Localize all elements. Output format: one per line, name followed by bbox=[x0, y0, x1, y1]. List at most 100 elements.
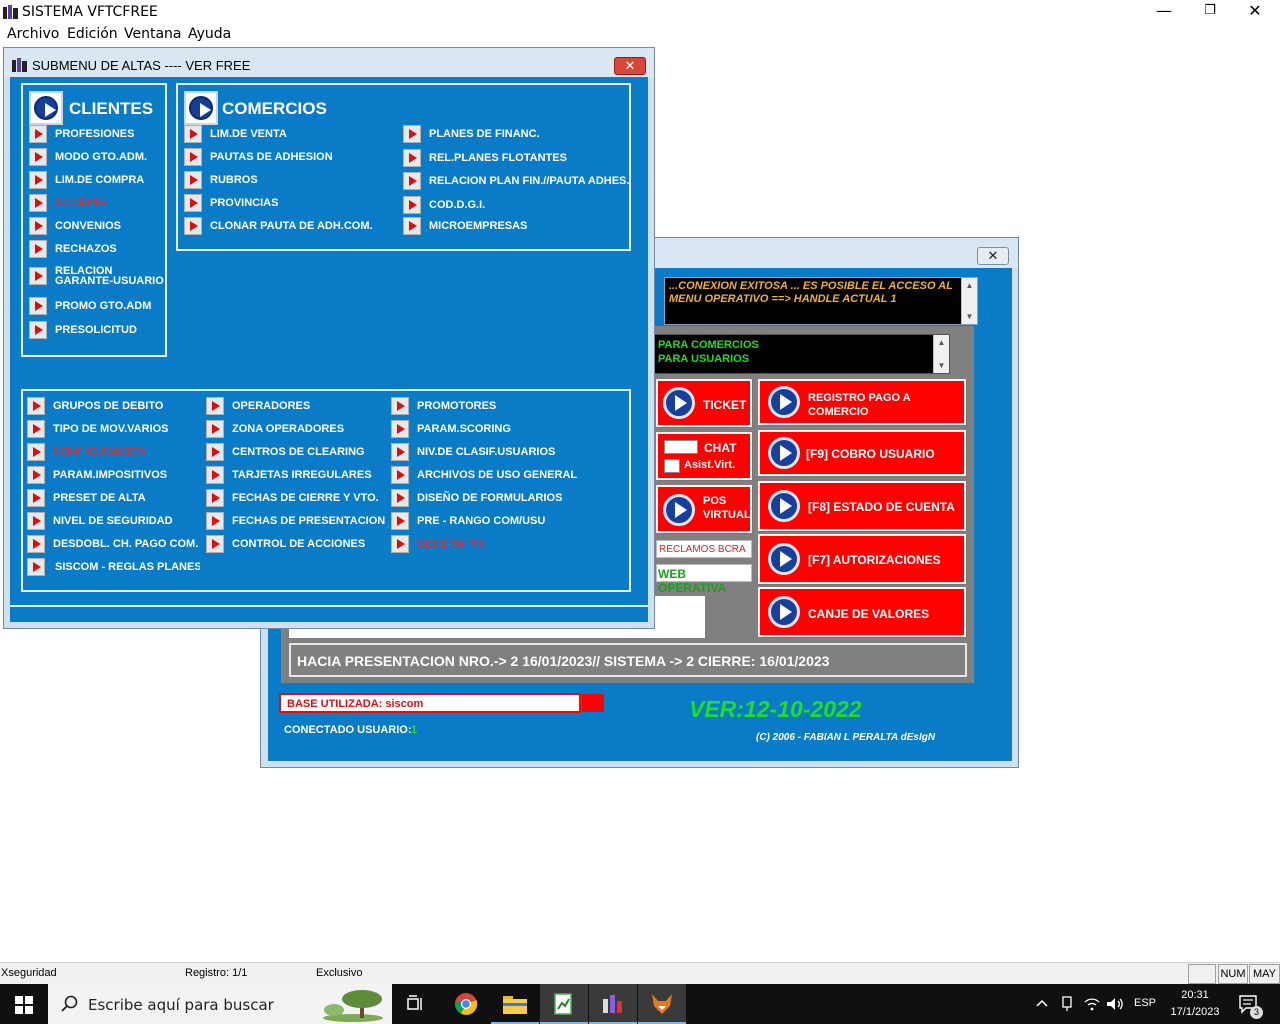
network-device-icon[interactable] bbox=[1060, 996, 1074, 1012]
red-arrow-icon[interactable] bbox=[403, 172, 421, 190]
red-arrow-icon[interactable] bbox=[206, 397, 224, 415]
scroll-down-icon[interactable]: ▼ bbox=[962, 309, 977, 324]
red-arrow-icon[interactable] bbox=[184, 171, 202, 189]
notice-scrollbar[interactable]: ▲ ▼ bbox=[933, 335, 949, 373]
red-arrow-icon[interactable] bbox=[206, 420, 224, 438]
red-arrow-icon[interactable] bbox=[29, 297, 47, 315]
comercios-col2-item-3-label: COD.D.G.I. bbox=[429, 199, 486, 211]
windows-start-icon[interactable] bbox=[15, 996, 33, 1014]
red-arrow-icon[interactable] bbox=[391, 466, 409, 484]
red-arrow-icon[interactable] bbox=[29, 321, 47, 339]
clientes-panel: CLIENTES PROFESIONES MODO GTO.ADM. LIM.DE … bbox=[21, 83, 167, 357]
volume-icon[interactable] bbox=[1106, 997, 1124, 1011]
red-arrow-icon[interactable] bbox=[206, 489, 224, 507]
chat-checkbox[interactable] bbox=[664, 440, 698, 454]
red-arrow-icon[interactable] bbox=[403, 125, 421, 143]
pos-virtual-button[interactable]: POS VIRTUAL bbox=[656, 485, 752, 533]
cobro-usuario-button[interactable]: [F9] COBRO USUARIO bbox=[758, 430, 966, 476]
red-arrow-icon[interactable] bbox=[184, 217, 202, 235]
red-arrow-icon[interactable] bbox=[206, 512, 224, 530]
chat-button[interactable]: CHAT Asist.Virt. bbox=[656, 432, 752, 480]
red-arrow-icon[interactable] bbox=[403, 217, 421, 235]
connection-message-scrollbar[interactable]: ▲ ▼ bbox=[961, 278, 977, 324]
play-icon bbox=[768, 437, 800, 469]
red-arrow-icon[interactable] bbox=[391, 443, 409, 461]
statusbar: Xseguridad Registro: 1/1 Exclusivo NUM M… bbox=[0, 962, 1280, 984]
vftc-taskbar-button[interactable] bbox=[589, 984, 637, 1024]
registro-label-line2: COMERCIO bbox=[808, 406, 869, 418]
red-arrow-icon[interactable] bbox=[27, 397, 45, 415]
language-indicator[interactable]: ESP bbox=[1134, 997, 1156, 1009]
web-operativa-button[interactable]: WEB OPERATIVA bbox=[656, 564, 752, 595]
submenu-close-button[interactable]: ✕ bbox=[614, 57, 646, 75]
menu-archivo[interactable]: Archivo bbox=[7, 26, 59, 42]
tray-chevron-up-icon[interactable] bbox=[1036, 998, 1048, 1010]
red-arrow-icon[interactable] bbox=[27, 512, 45, 530]
scroll-up-icon[interactable]: ▲ bbox=[934, 335, 949, 350]
chrome-taskbar-button[interactable] bbox=[442, 984, 490, 1024]
red-arrow-icon[interactable] bbox=[27, 466, 45, 484]
red-arrow-icon[interactable] bbox=[403, 196, 421, 214]
red-arrow-icon[interactable] bbox=[391, 512, 409, 530]
autorizaciones-button[interactable]: [F7] AUTORIZACIONES bbox=[758, 534, 966, 584]
wifi-icon[interactable] bbox=[1084, 997, 1100, 1011]
taskbar: Escribe aquí para buscar ESP 20:31 17/1/… bbox=[0, 984, 1280, 1024]
taskbar-search[interactable]: Escribe aquí para buscar bbox=[48, 984, 392, 1024]
clientes-title: CLIENTES bbox=[69, 99, 154, 118]
play-icon bbox=[768, 596, 800, 628]
red-arrow-icon[interactable] bbox=[27, 535, 45, 553]
chrome-icon bbox=[455, 993, 478, 1015]
red-arrow-icon[interactable] bbox=[29, 125, 47, 143]
red-arrow-icon[interactable] bbox=[391, 489, 409, 507]
red-arrow-icon[interactable] bbox=[391, 535, 409, 553]
red-arrow-icon[interactable] bbox=[206, 535, 224, 553]
red-arrow-icon[interactable] bbox=[27, 443, 45, 461]
clientes-play-button[interactable] bbox=[29, 91, 63, 125]
menu-ventana[interactable]: Ventana bbox=[124, 26, 182, 42]
asist-checkbox[interactable] bbox=[664, 459, 680, 473]
clock-time[interactable]: 20:31 bbox=[1172, 989, 1218, 1001]
menu-edicion[interactable]: Edición bbox=[67, 26, 118, 42]
notepad-taskbar-button[interactable] bbox=[540, 984, 588, 1024]
red-arrow-icon[interactable] bbox=[29, 148, 47, 166]
red-arrow-icon[interactable] bbox=[27, 420, 45, 438]
red-arrow-icon[interactable] bbox=[27, 558, 45, 576]
general-col3-item-0-label: PROMOTORES bbox=[417, 400, 497, 412]
ticket-button[interactable]: TICKET bbox=[656, 379, 752, 427]
restore-button[interactable]: ❐ bbox=[1187, 0, 1233, 24]
red-arrow-icon[interactable] bbox=[184, 125, 202, 143]
task-view-button[interactable] bbox=[392, 984, 440, 1024]
red-arrow-icon[interactable] bbox=[29, 171, 47, 189]
estado-cuenta-button[interactable]: [F8] ESTADO DE CUENTA bbox=[758, 481, 966, 531]
clock-date[interactable]: 17/1/2023 bbox=[1166, 1006, 1224, 1018]
file-explorer-taskbar-button[interactable] bbox=[491, 984, 539, 1024]
red-arrow-icon[interactable] bbox=[27, 489, 45, 507]
red-arrow-icon[interactable] bbox=[391, 397, 409, 415]
close-button[interactable]: ✕ bbox=[1232, 0, 1278, 24]
comercios-play-button[interactable] bbox=[184, 91, 218, 125]
red-arrow-icon[interactable] bbox=[403, 149, 421, 167]
red-arrow-icon[interactable] bbox=[29, 267, 47, 285]
minimize-button[interactable]: — bbox=[1141, 0, 1187, 24]
comercios-title: COMERCIOS bbox=[222, 99, 327, 118]
red-arrow-icon[interactable] bbox=[391, 420, 409, 438]
red-arrow-icon[interactable] bbox=[206, 466, 224, 484]
main-menu-close-button[interactable]: ✕ bbox=[977, 247, 1009, 265]
red-arrow-icon[interactable] bbox=[184, 194, 202, 212]
scroll-down-icon[interactable]: ▼ bbox=[934, 358, 949, 373]
general-col2-item-2-label: CENTROS DE CLEARING bbox=[232, 446, 365, 458]
comercios-col2-item-0-label: PLANES DE FINANC. bbox=[429, 128, 540, 140]
play-icon bbox=[768, 543, 800, 575]
registro-pago-comercio-button[interactable]: REGISTRO PAGO A COMERCIO bbox=[758, 379, 966, 425]
red-arrow-icon[interactable] bbox=[29, 194, 47, 212]
canje-valores-button[interactable]: CANJE DE VALORES bbox=[758, 587, 966, 637]
presentation-text: HACIA PRESENTACION NRO.-> 2 16/01/2023//… bbox=[297, 653, 830, 669]
scroll-up-icon[interactable]: ▲ bbox=[962, 278, 977, 293]
reclamos-bcra-button[interactable]: RECLAMOS BCRA bbox=[656, 540, 752, 558]
red-arrow-icon[interactable] bbox=[29, 240, 47, 258]
red-arrow-icon[interactable] bbox=[206, 443, 224, 461]
red-arrow-icon[interactable] bbox=[29, 217, 47, 235]
fox-app-taskbar-button[interactable] bbox=[638, 984, 686, 1024]
red-arrow-icon[interactable] bbox=[184, 148, 202, 166]
menu-ayuda[interactable]: Ayuda bbox=[188, 26, 231, 42]
